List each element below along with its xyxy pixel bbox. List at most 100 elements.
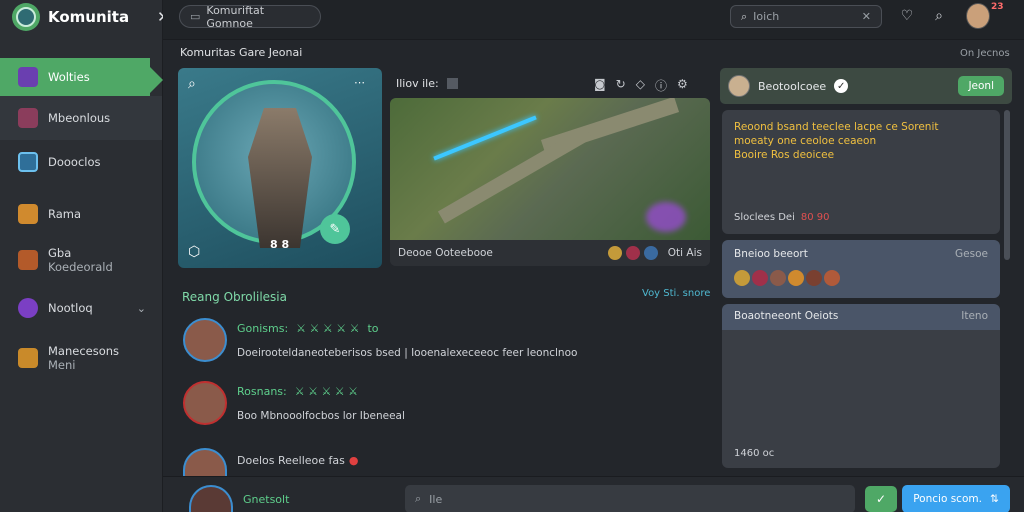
avatar: [183, 448, 227, 476]
sidebar-item-label: Manecesons: [48, 344, 120, 358]
message-text: Boo Mbnooolfocbos lor Ibeneeal: [237, 410, 405, 422]
community-switcher-label: Komuriftat Gomnoe: [206, 3, 265, 30]
player-avatar-icon: [625, 246, 640, 260]
purple-orb-icon: [18, 298, 38, 318]
member-avatar[interactable]: [734, 270, 750, 286]
threads-header[interactable]: Boaotneeont Oeiots Iteno: [722, 304, 1000, 330]
sidebar-item-label: Gba: [48, 246, 72, 260]
member-avatar[interactable]: [824, 270, 840, 286]
flag-icon: [18, 348, 38, 368]
media-header: Iliov ile:: [396, 77, 458, 90]
member-avatars: [734, 270, 988, 286]
media-card[interactable]: Deooe Ooteebooe Oti Ais: [390, 98, 710, 266]
list-item[interactable]: Rosnans: ⚔ ⚔ ⚔ ⚔ ⚔ Boo Mbnooolfocbos lor…: [183, 381, 405, 425]
message-author: Rosnans:: [237, 385, 287, 398]
sidebar-item-rama[interactable]: Rama: [0, 192, 163, 236]
media-toolbar: ◙ ↻ ◇ ⓘ ⚙: [594, 77, 688, 94]
player-avatar-icon: [607, 246, 622, 260]
member-avatar[interactable]: [788, 270, 804, 286]
sword-icon: [18, 204, 38, 224]
panel-user-header: Beotoolcoee ✓ Jeonl: [720, 68, 1012, 104]
search-icon: ⌕: [741, 9, 748, 23]
search-placeholder: Ioich: [753, 10, 780, 23]
settings-icon[interactable]: ⚙: [677, 77, 688, 94]
edit-icon[interactable]: ✎: [320, 214, 350, 244]
message-author: Doelos Reelleoe fas: [237, 454, 345, 467]
search-alt-icon[interactable]: ⌕: [929, 6, 949, 26]
announcement-footer-label: Sloclees Dei: [734, 212, 795, 223]
announcement-footer: Sloclees Dei 80 90: [734, 212, 830, 223]
plus-icon[interactable]: [446, 78, 458, 89]
top-bar: ▭ Komuriftat Gomnoe ⌕ Ioich ✕ ♡ ⌕ 23: [163, 0, 1024, 40]
sidebar-item-wolties[interactable]: Wolties: [0, 58, 163, 96]
message-text: Doeirooteldaneoteberisos bsed | Iooenale…: [237, 347, 578, 359]
announcement-card[interactable]: Reoond bsand teeclee lacpe ce Sorenit mo…: [722, 110, 1000, 234]
threads-right: Iteno: [961, 310, 988, 322]
app-logo-avatar: [12, 3, 40, 31]
user-avatar[interactable]: [966, 3, 990, 29]
avatar: [189, 485, 233, 512]
clear-icon[interactable]: ✕: [862, 10, 871, 23]
search-input[interactable]: ⌕ Ioich ✕: [730, 5, 882, 28]
sword-reaction-icon: ⚔ ⚔ ⚔ ⚔ ⚔: [294, 385, 359, 398]
sidebar-item-label: Rama: [48, 207, 82, 221]
list-item[interactable]: Doelos Reelleoe fas ●: [183, 448, 359, 476]
list-item[interactable]: Gonisms: ⚔ ⚔ ⚔ ⚔ ⚔ to Doeirooteldaneoteb…: [183, 318, 577, 362]
more-icon[interactable]: ⋯: [354, 76, 365, 89]
hexagon-icon[interactable]: ⬡: [188, 244, 200, 260]
sidebar-item-label: Mbeonlous: [48, 111, 111, 125]
threads-title: Boaotneeont Oeiots: [734, 310, 839, 322]
dot-icon: ●: [348, 454, 359, 467]
message-input[interactable]: ⌕ Ile: [405, 485, 855, 512]
shield-icon[interactable]: ◇: [636, 77, 645, 94]
verified-icon: ✓: [834, 79, 849, 93]
sidebar-item-nootloq[interactable]: Nootloq ⌄: [0, 286, 163, 330]
send-icon: ⇅: [989, 493, 999, 505]
media-right-label: Oti Ais: [667, 247, 702, 259]
hero-card[interactable]: ⌕ ⋯ ⬡ 8 8 ✎: [178, 68, 382, 268]
sidebar-item-mbeonlous[interactable]: Mbeonlous: [0, 96, 162, 140]
avatar: [183, 381, 227, 425]
members-card[interactable]: Bneioo beeort Gesoe: [722, 240, 1000, 298]
message-extra: to: [367, 322, 379, 335]
hero-level: 8 8: [270, 238, 290, 251]
shield-heart-icon[interactable]: ♡: [897, 6, 917, 26]
message-author: Gonisms:: [237, 322, 289, 335]
sidebar-item-manecesons[interactable]: Manecesons Meni: [0, 336, 163, 380]
composer-bar: Gnetsolt ⌕ Ile ✓ Poncio scom. ⇅: [163, 476, 1024, 512]
community-switcher[interactable]: ▭ Komuriftat Gomnoe: [179, 3, 321, 30]
monitor-icon: [18, 152, 38, 172]
sidebar: Komunita ✕ Wolties Mbeonlous Doooclos Ra…: [0, 0, 170, 512]
refresh-icon[interactable]: ↻: [616, 77, 626, 94]
reading-title: Reang Obrolilesia: [182, 290, 287, 304]
member-avatar[interactable]: [770, 270, 786, 286]
sidebar-item-label: Doooclos: [48, 155, 101, 169]
media-caption-bar: Deooe Ooteebooe Oti Ais: [390, 240, 710, 266]
avatar: [183, 318, 227, 362]
send-button[interactable]: Poncio scom. ⇅: [902, 485, 1010, 512]
member-avatar[interactable]: [806, 270, 822, 286]
member-avatar[interactable]: [752, 270, 768, 286]
check-button[interactable]: ✓: [865, 486, 897, 512]
sidebar-item-gba[interactable]: Gba Koedeorald: [0, 238, 163, 282]
bird-icon: [18, 250, 38, 270]
send-label: Poncio scom.: [913, 493, 982, 505]
sword-reaction-icon: ⚔ ⚔ ⚔ ⚔ ⚔: [296, 322, 360, 335]
chevron-down-icon[interactable]: ⌄: [137, 302, 146, 315]
sidebar-item-doooclos[interactable]: Doooclos: [0, 140, 163, 184]
join-button[interactable]: Jeonl: [958, 76, 1004, 96]
sidebar-item-label: Wolties: [48, 70, 90, 84]
section-right-label: On Jecnos: [960, 48, 1010, 59]
threads-body: 1460 oc: [722, 330, 1000, 468]
camera-icon[interactable]: ◙: [594, 77, 606, 94]
media-caption: Deooe Ooteebooe: [398, 247, 493, 259]
avatar: [728, 75, 750, 97]
notification-count: 23: [991, 2, 1004, 12]
reading-right[interactable]: Voy Sti. snore: [642, 288, 710, 299]
search-icon[interactable]: ⌕: [188, 76, 196, 92]
sidebar-item-label: Nootloq: [48, 301, 93, 315]
game-screenshot: [390, 98, 710, 240]
game-tile-icon: [18, 108, 38, 128]
panel-scrollbar[interactable]: [1004, 110, 1010, 260]
info-icon[interactable]: ⓘ: [655, 77, 667, 94]
